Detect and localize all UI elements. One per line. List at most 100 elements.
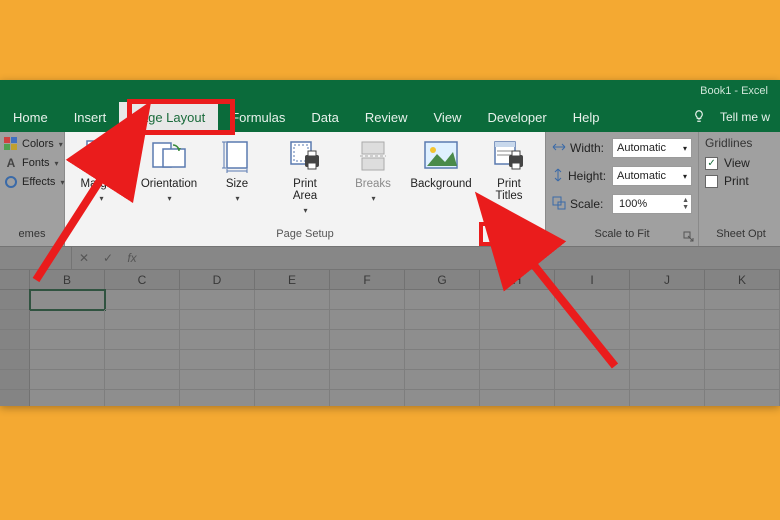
tell-me-label[interactable]: Tell me w — [720, 110, 770, 124]
tab-page-layout[interactable]: Page Layout — [119, 102, 218, 132]
cell[interactable] — [480, 350, 555, 370]
cell[interactable] — [405, 370, 480, 390]
cell[interactable] — [630, 390, 705, 406]
page-setup-dialog-launcher[interactable] — [529, 230, 543, 244]
cell[interactable] — [705, 310, 780, 330]
tab-developer[interactable]: Developer — [474, 102, 559, 132]
margins-button[interactable]: Margins ▾ — [71, 136, 131, 205]
cell[interactable] — [30, 390, 105, 406]
tab-data[interactable]: Data — [298, 102, 351, 132]
cell[interactable] — [180, 390, 255, 406]
cell[interactable] — [180, 310, 255, 330]
cell[interactable] — [330, 290, 405, 310]
cell[interactable] — [480, 330, 555, 350]
cell[interactable] — [330, 330, 405, 350]
scale-to-fit-dialog-launcher[interactable] — [682, 230, 696, 244]
cell[interactable] — [105, 290, 180, 310]
cell[interactable] — [405, 310, 480, 330]
cell[interactable] — [555, 310, 630, 330]
cell[interactable] — [630, 370, 705, 390]
breaks-button[interactable]: Breaks ▾ — [343, 136, 403, 205]
cell[interactable] — [330, 370, 405, 390]
cell[interactable] — [330, 350, 405, 370]
cell[interactable] — [630, 330, 705, 350]
cell[interactable] — [555, 370, 630, 390]
cell[interactable] — [405, 390, 480, 406]
cell[interactable] — [30, 370, 105, 390]
colors-button[interactable]: Colors▾ — [2, 136, 62, 152]
orientation-button[interactable]: Orientation ▾ — [133, 136, 205, 205]
cell[interactable] — [105, 310, 180, 330]
row-header[interactable] — [0, 370, 30, 390]
size-button[interactable]: Size ▾ — [207, 136, 267, 205]
cell[interactable] — [480, 290, 555, 310]
cell[interactable] — [105, 330, 180, 350]
tab-view[interactable]: View — [421, 102, 475, 132]
row-header[interactable] — [0, 330, 30, 350]
effects-button[interactable]: Effects▾ — [2, 174, 62, 190]
cell[interactable] — [330, 390, 405, 406]
column-header[interactable]: G — [405, 270, 480, 289]
row-header[interactable] — [0, 390, 30, 406]
column-header[interactable]: F — [330, 270, 405, 289]
column-header[interactable]: K — [705, 270, 780, 289]
cell[interactable] — [705, 330, 780, 350]
cell[interactable] — [480, 310, 555, 330]
gridlines-print-checkbox[interactable]: Print — [705, 174, 777, 188]
column-header[interactable]: H — [480, 270, 555, 289]
cell[interactable] — [180, 290, 255, 310]
cell[interactable] — [105, 350, 180, 370]
cell[interactable] — [255, 290, 330, 310]
cell[interactable] — [480, 390, 555, 406]
cancel-icon[interactable]: ✕ — [72, 251, 96, 265]
cell[interactable] — [105, 390, 180, 406]
cell[interactable] — [30, 350, 105, 370]
column-header[interactable]: D — [180, 270, 255, 289]
enter-icon[interactable]: ✓ — [96, 251, 120, 265]
cell[interactable] — [705, 290, 780, 310]
cell[interactable] — [405, 330, 480, 350]
cell[interactable] — [330, 310, 405, 330]
cell[interactable] — [705, 370, 780, 390]
column-header[interactable]: J — [630, 270, 705, 289]
fx-icon[interactable]: fx — [120, 251, 144, 265]
cell[interactable] — [180, 370, 255, 390]
cell[interactable] — [630, 310, 705, 330]
cell[interactable] — [180, 330, 255, 350]
gridlines-view-checkbox[interactable]: ✓ View — [705, 156, 777, 170]
cell[interactable] — [255, 310, 330, 330]
cell[interactable] — [405, 290, 480, 310]
cell[interactable] — [555, 390, 630, 406]
column-header[interactable]: B — [30, 270, 105, 289]
cell[interactable] — [180, 350, 255, 370]
print-titles-button[interactable]: Print Titles — [479, 136, 539, 204]
column-header[interactable]: C — [105, 270, 180, 289]
cell[interactable] — [555, 350, 630, 370]
tab-home[interactable]: Home — [0, 102, 61, 132]
cell[interactable] — [255, 390, 330, 406]
width-combo[interactable]: Automatic ▾ — [612, 138, 692, 158]
cell[interactable] — [480, 370, 555, 390]
cell[interactable] — [30, 330, 105, 350]
formula-input[interactable] — [144, 247, 780, 269]
cell[interactable] — [630, 290, 705, 310]
cell[interactable] — [555, 330, 630, 350]
cell[interactable] — [255, 330, 330, 350]
column-header[interactable]: I — [555, 270, 630, 289]
scale-spinner[interactable]: 100% ▲▼ — [612, 194, 692, 214]
cell[interactable] — [555, 290, 630, 310]
tab-formulas[interactable]: Formulas — [218, 102, 298, 132]
row-header[interactable] — [0, 290, 30, 310]
cell[interactable] — [255, 370, 330, 390]
cell[interactable] — [255, 350, 330, 370]
tab-insert[interactable]: Insert — [61, 102, 120, 132]
worksheet-grid[interactable]: B C D E F G H I J K — [0, 270, 780, 406]
print-area-button[interactable]: Print Area ▾ — [269, 136, 341, 217]
cell[interactable] — [405, 350, 480, 370]
tab-review[interactable]: Review — [352, 102, 421, 132]
cell[interactable] — [30, 290, 105, 310]
column-header[interactable]: E — [255, 270, 330, 289]
cell[interactable] — [30, 310, 105, 330]
select-all-corner[interactable] — [0, 270, 30, 289]
tab-help[interactable]: Help — [560, 102, 613, 132]
